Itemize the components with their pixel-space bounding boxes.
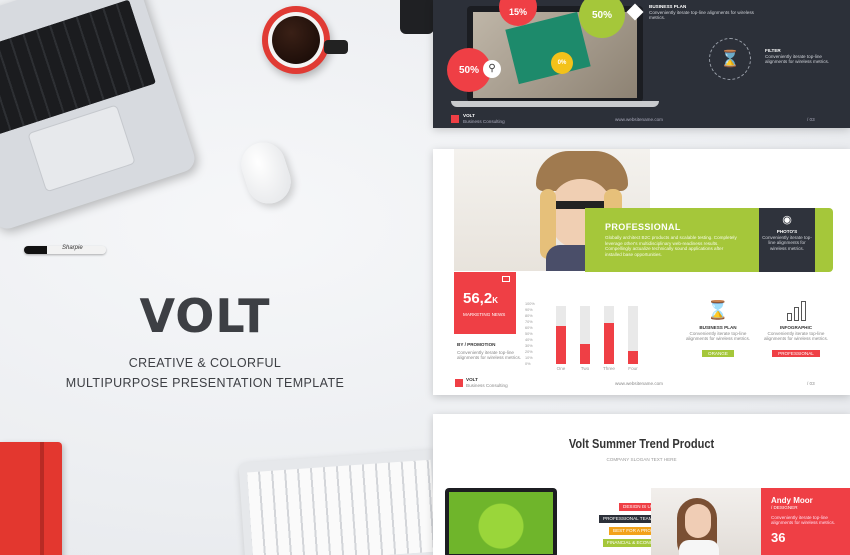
y-tick-label: 10%	[525, 356, 533, 360]
professional-label: PROFESSIONAL	[605, 222, 681, 232]
y-tick-label: 30%	[525, 344, 533, 348]
marker-label: Sharpie	[62, 245, 83, 251]
business-plan-text: Conveniently iterate top-line alignments…	[685, 330, 751, 342]
slide1-url: www.websitename.com	[615, 117, 663, 122]
keyboard	[238, 449, 446, 555]
bubble-small-label: 0%	[557, 60, 567, 66]
y-tick-label: 20%	[525, 350, 533, 354]
bar-chart-icon	[759, 299, 833, 321]
promo-label: BY / PROMOTION	[457, 342, 496, 347]
slide2-brand-sub: Business Consulting	[466, 382, 508, 388]
bar	[580, 343, 590, 364]
promo-text: Conveniently iterate top-line alignments…	[457, 349, 522, 361]
model-photo	[651, 488, 761, 555]
hero-subtitle-line1: CREATIVE & COLORFUL	[128, 356, 282, 370]
x-tick-label: One	[556, 366, 566, 371]
person-name: Andy Moor	[771, 496, 813, 505]
hero-subtitle-line2: MULTIPURPOSE PRESENTATION TEMPLATE	[65, 376, 345, 390]
infographic-text: Conveniently iterate top-line alignments…	[763, 330, 829, 342]
marker-pen: Sharpie	[24, 245, 106, 254]
bar	[604, 323, 614, 364]
person-role: / DESIGNER	[771, 505, 798, 510]
person-text: Conveniently iterate top-line alignments…	[771, 514, 836, 526]
y-tick-label: 0%	[525, 362, 531, 366]
slide1-business-plan-text: Conveniently iterate top-line alignments…	[649, 9, 754, 21]
slide2-url: www.websitename.com	[615, 381, 663, 386]
hourglass-icon: ⌛	[706, 300, 730, 320]
chart-bars	[549, 306, 645, 364]
slide1-filter-text: Conveniently iterate top-line alignments…	[765, 53, 830, 65]
slide-summer-trend: Volt Summer Trend Product COMPANY SLOGAN…	[433, 414, 850, 555]
stat-value: 56,2	[463, 290, 493, 307]
hourglass-icon: ⌛	[709, 38, 751, 80]
monitor	[445, 488, 557, 555]
person-card: Andy Moor / DESIGNER Conveniently iterat…	[761, 488, 850, 555]
bar-track	[580, 306, 590, 364]
bubble-small: 0%	[551, 52, 573, 74]
bar	[628, 351, 638, 364]
bar-track	[604, 306, 614, 364]
bubble-top-label: 15%	[508, 7, 527, 17]
bar	[556, 326, 566, 364]
stat-label: MARKETING NEWS	[463, 312, 506, 317]
x-tick-label: Two	[580, 366, 590, 371]
hero-block: VOLT CREATIVE & COLORFUL MULTIPURPOSE PR…	[40, 290, 370, 392]
bar-track	[556, 306, 566, 364]
phone	[400, 0, 434, 34]
coffee-cup	[262, 6, 330, 74]
bar-track	[628, 306, 638, 364]
slide2-page: / 03	[807, 381, 815, 386]
y-tick-label: 50%	[525, 332, 533, 336]
y-tick-label: 80%	[525, 314, 533, 318]
chart-x-axis: One Two Three Four	[549, 366, 645, 374]
slide1-brand-sub: Business Consulting	[463, 118, 505, 124]
y-tick-label: 60%	[525, 326, 533, 330]
y-tick-label: 100%	[525, 302, 535, 306]
hero-title: VOLT	[139, 289, 271, 343]
chart-y-axis: 100% 90% 80% 70% 60% 50% 40% 30% 20% 10% 0%	[525, 292, 543, 366]
slide-business-plan: 15% 50% 50% ⚲ 0% BUSINESS PLAN Convenien…	[433, 0, 850, 128]
y-tick-label: 90%	[525, 308, 533, 312]
bar-chart: 100% 90% 80% 70% 60% 50% 40% 30% 20% 10% 0% One Two…	[525, 292, 645, 374]
person-stat: 36	[771, 529, 786, 545]
stat-box-icon	[502, 276, 510, 282]
slide3-title: Volt Summer Trend Product	[568, 436, 715, 451]
stat-box: 56,2K MARKETING NEWS	[454, 272, 516, 334]
x-tick-label: Four	[628, 366, 638, 371]
x-tick-label: Three	[602, 366, 615, 371]
bulb-icon: ⚲	[483, 60, 501, 78]
slide3-subtitle: COMPANY SLOGAN TEXT HERE	[606, 457, 677, 462]
coffee-cup-handle	[324, 40, 348, 54]
slide-professional: PROFESSIONAL Globally architect B2C prod…	[433, 149, 850, 395]
slide1-laptop-base	[451, 101, 659, 107]
bubble-top-right-label: 50%	[591, 9, 612, 21]
slide1-brand-logo	[451, 115, 459, 123]
monster-illustration	[449, 492, 553, 554]
camera-icon: ◉	[782, 214, 792, 226]
red-notebook	[0, 442, 62, 555]
y-tick-label: 40%	[525, 338, 533, 342]
business-plan-badge: ORANGE	[702, 349, 734, 358]
infographic-badge: PROFESSIONAL	[772, 349, 820, 358]
photos-text: Conveniently iterate top-line alignments…	[762, 234, 812, 251]
y-tick-label: 70%	[525, 320, 533, 324]
bubble-left-label: 50%	[458, 64, 479, 76]
slide1-page: / 03	[807, 117, 815, 122]
stat-suffix: K	[492, 296, 498, 305]
professional-text: Globally architect B2C products and scal…	[605, 235, 737, 257]
photos-card: ◉ PHOTO'S Conveniently iterate top-line …	[759, 208, 815, 272]
slide2-brand-logo	[455, 379, 463, 387]
